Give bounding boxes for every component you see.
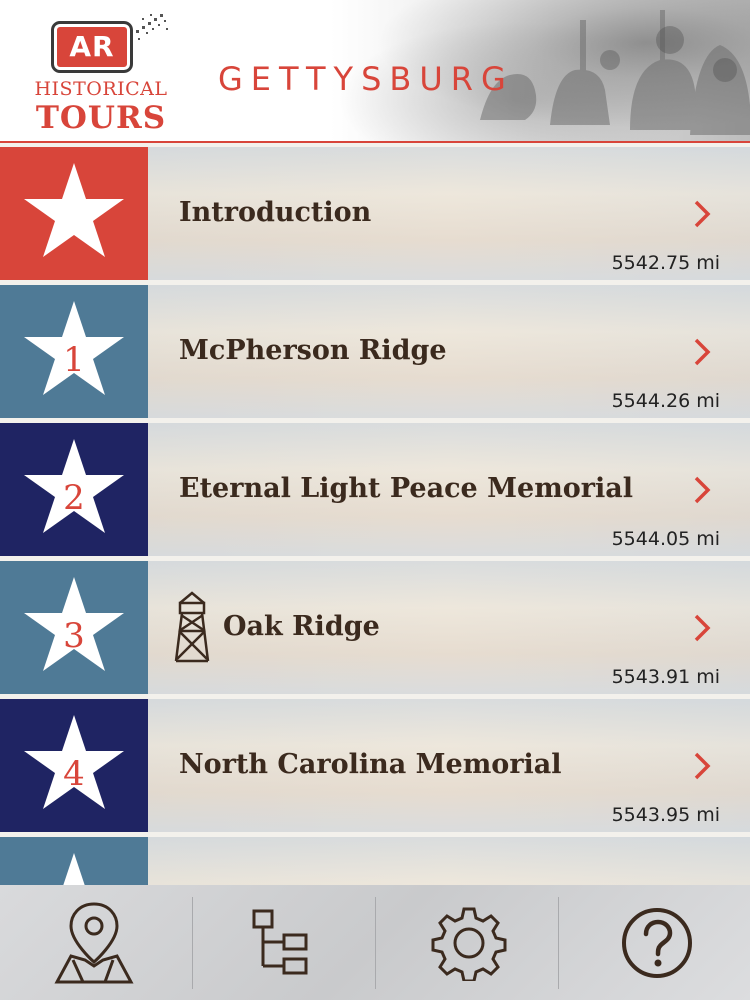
chevron-right-icon (694, 200, 711, 228)
stop-label: Eternal Light Peace Memorial (179, 473, 634, 504)
nav-map-button[interactable] (0, 885, 187, 1000)
stop-number: 1 (63, 340, 85, 380)
chevron-right-icon (694, 476, 711, 504)
stop-distance: 5543.91 mi (611, 666, 720, 688)
gear-icon (431, 907, 506, 981)
logo-line-2: TOURS (35, 100, 167, 136)
tour-stop-row[interactable] (0, 837, 750, 885)
list-tree-icon (252, 909, 307, 974)
tour-stop-row[interactable]: Introduction 5542.75 mi (0, 147, 750, 280)
stop-body[interactable]: Eternal Light Peace Memorial 5544.05 mi (148, 423, 750, 556)
stop-badge: 3 (0, 561, 148, 694)
tour-stop-row[interactable]: 2 Eternal Light Peace Memorial 5544.05 m… (0, 423, 750, 556)
help-icon (621, 907, 692, 978)
map-pin-icon (53, 901, 134, 983)
logo-line-1: HISTORICAL (34, 78, 168, 100)
stop-badge (0, 837, 148, 885)
stop-badge: 1 (0, 285, 148, 418)
ar-historical-tours-logo: AR HISTORICAL TOURS (28, 12, 178, 136)
logo-badge: AR (51, 21, 133, 73)
pixel-dots-icon (130, 14, 168, 40)
stop-body[interactable]: Oak Ridge 5543.91 mi (148, 561, 750, 694)
stop-number: 2 (63, 478, 85, 518)
stop-number: 3 (63, 616, 85, 656)
stop-label: Introduction (179, 197, 372, 228)
stop-label: McPherson Ridge (179, 335, 447, 366)
stop-body[interactable] (148, 837, 750, 885)
chevron-right-icon (694, 752, 711, 780)
nav-separator (558, 897, 559, 989)
nav-settings-button[interactable] (375, 885, 562, 1000)
stop-body[interactable]: North Carolina Memorial 5543.95 mi (148, 699, 750, 832)
stop-label: Oak Ridge (223, 611, 380, 642)
stop-distance: 5542.75 mi (611, 252, 720, 274)
bottom-nav-bar (0, 885, 750, 1000)
stop-label: North Carolina Memorial (179, 749, 562, 780)
tour-stop-list[interactable]: Introduction 5542.75 mi 1 McPherson Ridg… (0, 147, 750, 885)
stop-body[interactable]: McPherson Ridge 5544.26 mi (148, 285, 750, 418)
stop-body[interactable]: Introduction 5542.75 mi (148, 147, 750, 280)
tour-stop-row[interactable]: 3 Oak Ridge 5543.91 mi (0, 561, 750, 694)
chevron-right-icon (694, 338, 711, 366)
stop-badge: 4 (0, 699, 148, 832)
app-header: AR HISTORICAL TOURS GETTYSBURG (0, 0, 750, 143)
stop-badge (0, 147, 148, 280)
nav-tour-list-button[interactable] (187, 885, 374, 1000)
stop-distance: 5543.95 mi (611, 804, 720, 826)
chevron-right-icon (694, 614, 711, 642)
observation-tower-icon (174, 591, 210, 663)
page-title: GETTYSBURG (218, 60, 514, 98)
stop-distance: 5544.26 mi (611, 390, 720, 412)
tour-stop-row[interactable]: 4 North Carolina Memorial 5543.95 mi (0, 699, 750, 832)
stop-distance: 5544.05 mi (611, 528, 720, 550)
header-divider (0, 141, 750, 143)
nav-help-button[interactable] (563, 885, 750, 1000)
tour-stop-row[interactable]: 1 McPherson Ridge 5544.26 mi (0, 285, 750, 418)
stop-badge: 2 (0, 423, 148, 556)
stop-number: 4 (63, 754, 85, 794)
logo-badge-text: AR (69, 30, 115, 63)
